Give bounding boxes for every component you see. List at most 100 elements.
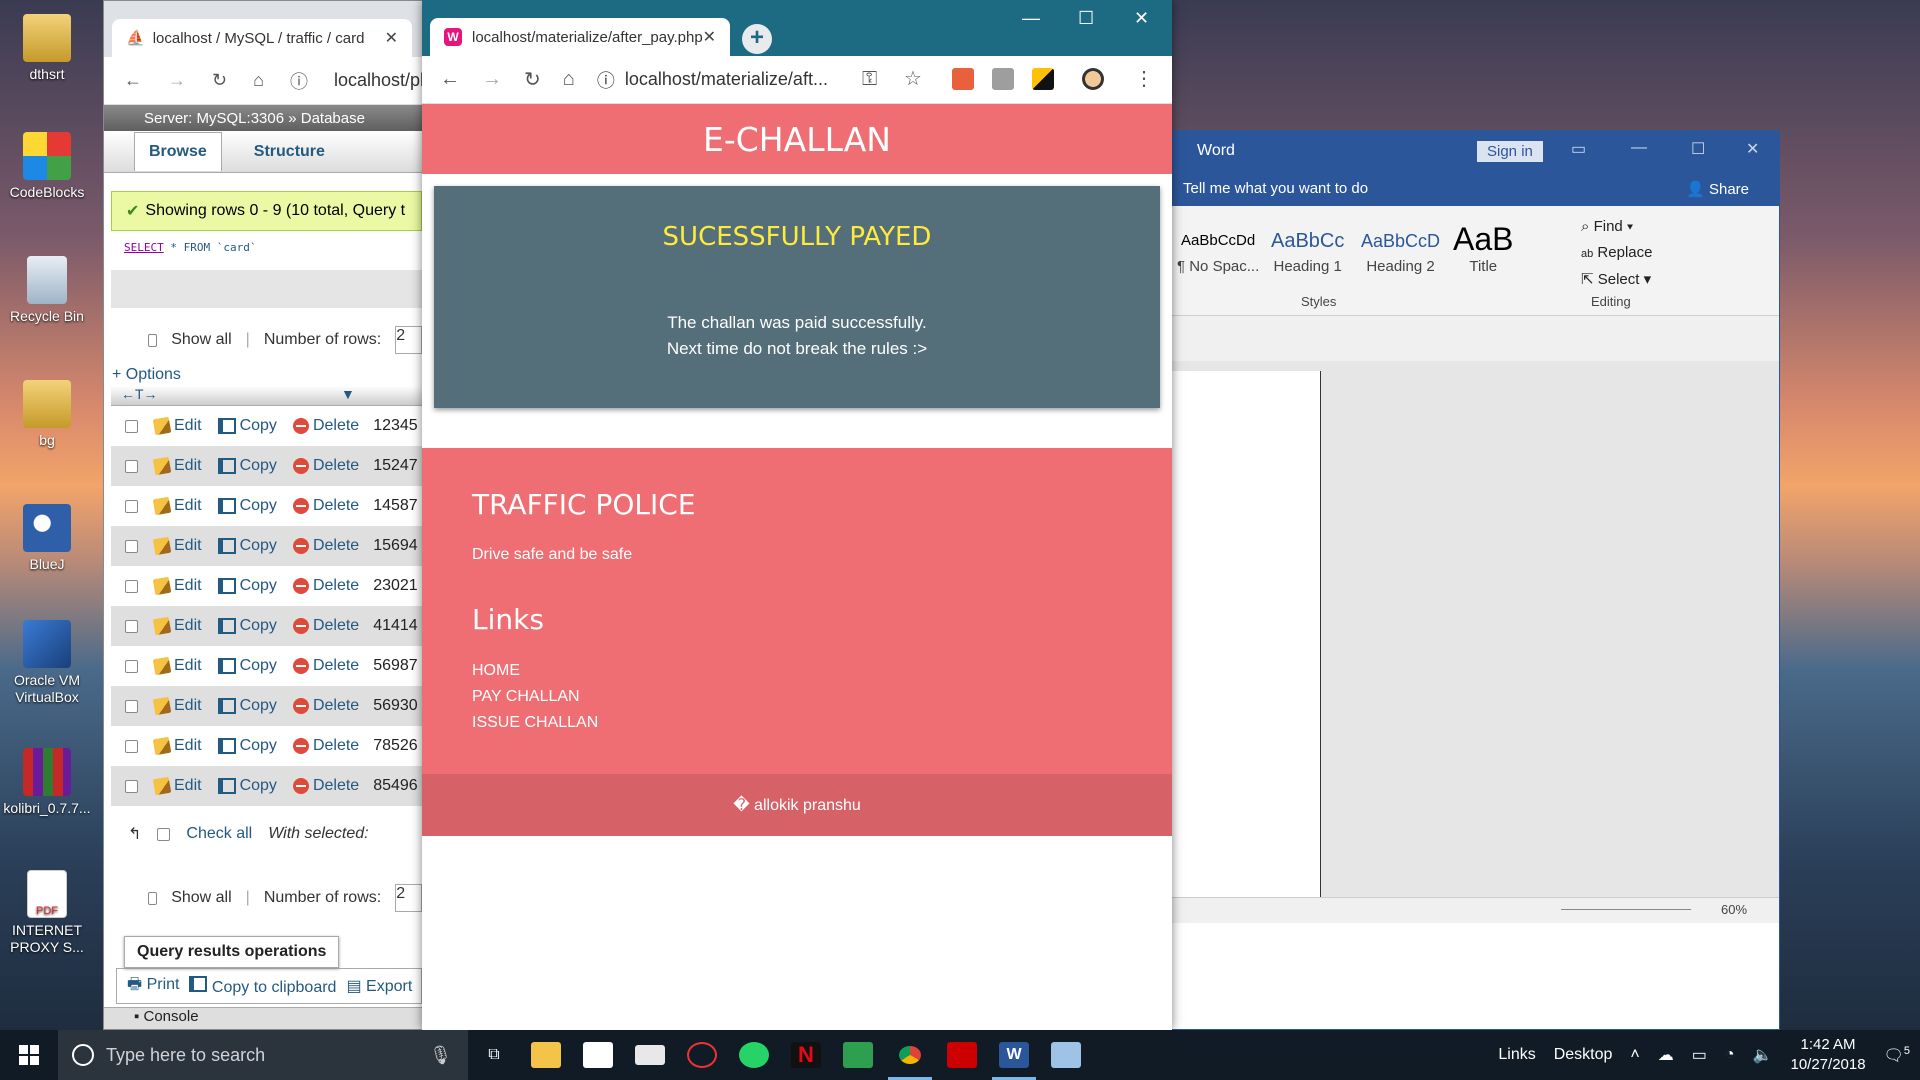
copy-button[interactable]: Copy: [217, 497, 277, 515]
edit-button[interactable]: Edit: [152, 456, 202, 476]
row-checkbox[interactable]: [125, 539, 138, 553]
check-all-link[interactable]: Check all: [186, 825, 252, 843]
table-row[interactable]: Edit Copy Delete 78526: [111, 726, 422, 766]
battery-icon[interactable]: ▭: [1692, 1045, 1707, 1065]
taskbar-green-app[interactable]: [832, 1030, 884, 1080]
table-row[interactable]: Edit Copy Delete 56930: [111, 686, 422, 726]
edit-button[interactable]: Edit: [152, 416, 202, 436]
replace-button[interactable]: ab Replace: [1581, 244, 1652, 261]
word-document-area[interactable]: [1161, 361, 1779, 901]
desktop-icon-dthsrt[interactable]: dthsrt: [0, 14, 94, 83]
new-tab-button[interactable]: +: [742, 24, 772, 54]
word-page[interactable]: [1161, 371, 1321, 901]
rows-select[interactable]: 2: [395, 326, 422, 354]
bookmark-star-icon[interactable]: ☆: [904, 66, 922, 91]
style-title[interactable]: AaB Title: [1453, 223, 1513, 275]
row-checkbox[interactable]: [125, 459, 138, 473]
delete-button[interactable]: Delete: [292, 777, 359, 795]
forward-icon[interactable]: →: [168, 70, 186, 91]
delete-button[interactable]: Delete: [292, 657, 359, 675]
task-view-button[interactable]: ⧉: [468, 1030, 520, 1080]
link-issue-challan[interactable]: ISSUE CHALLAN: [472, 710, 598, 736]
print-button[interactable]: 🖶 Print: [127, 973, 179, 1000]
copy-button[interactable]: Copy: [217, 417, 277, 435]
table-row[interactable]: Edit Copy Delete 15694: [111, 526, 422, 566]
forward-icon[interactable]: →: [482, 68, 502, 91]
row-checkbox[interactable]: [125, 499, 138, 513]
row-checkbox[interactable]: [125, 619, 138, 633]
copy-button[interactable]: Copy: [217, 697, 277, 715]
evernote-extension-icon[interactable]: [992, 68, 1014, 90]
microphone-icon[interactable]: 🎙: [429, 1045, 452, 1066]
desktop-icon-virtualbox[interactable]: Oracle VM VirtualBox: [0, 620, 94, 706]
tab-structure[interactable]: Structure: [254, 143, 325, 161]
table-row[interactable]: Edit Copy Delete 56987: [111, 646, 422, 686]
main-address-bar[interactable]: ⓘ localhost/materialize/aft...: [597, 67, 857, 93]
office-extension-icon[interactable]: [952, 68, 974, 90]
taskbar-file-explorer[interactable]: [520, 1030, 572, 1080]
brand-logo[interactable]: E-CHALLAN: [703, 120, 891, 159]
kiwi-extension-icon[interactable]: [1032, 68, 1054, 90]
table-row[interactable]: Edit Copy Delete 12345: [111, 406, 422, 446]
close-tab-icon[interactable]: ✕: [703, 27, 716, 47]
edit-button[interactable]: Edit: [152, 536, 202, 556]
taskbar-acrobat[interactable]: [936, 1030, 988, 1080]
taskbar-word[interactable]: W: [988, 1030, 1040, 1080]
taskbar-netflix[interactable]: N: [780, 1030, 832, 1080]
clock[interactable]: 1:42 AM 10/27/2018: [1790, 1035, 1865, 1075]
edit-button[interactable]: Edit: [152, 776, 202, 796]
avatar[interactable]: [1082, 68, 1104, 90]
copy-button[interactable]: Copy: [217, 577, 277, 595]
copy-button[interactable]: Copy: [217, 457, 277, 475]
share-button[interactable]: 👤 Share: [1686, 180, 1749, 198]
row-checkbox[interactable]: [125, 579, 138, 593]
edit-button[interactable]: Edit: [152, 696, 202, 716]
edit-button[interactable]: Edit: [152, 616, 202, 636]
maximize-icon[interactable]: ☐: [1691, 139, 1705, 159]
select-button[interactable]: ⇱ Select ▾: [1581, 270, 1651, 288]
find-button[interactable]: ⌕ Find ▾: [1581, 218, 1633, 235]
link-home[interactable]: HOME: [472, 658, 598, 684]
delete-button[interactable]: Delete: [292, 617, 359, 635]
menu-icon[interactable]: ⋮: [1134, 66, 1154, 91]
show-all-checkbox[interactable]: [148, 333, 158, 347]
close-window-icon[interactable]: ✕: [1134, 8, 1149, 29]
pma-address-bar[interactable]: localhost/php: [334, 70, 422, 91]
minimize-icon[interactable]: —: [1022, 8, 1040, 29]
taskbar-store[interactable]: [572, 1030, 624, 1080]
edit-button[interactable]: Edit: [152, 496, 202, 516]
delete-button[interactable]: Delete: [292, 417, 359, 435]
row-checkbox[interactable]: [125, 419, 138, 433]
copy-button[interactable]: Copy: [217, 657, 277, 675]
table-row[interactable]: Edit Copy Delete 15247: [111, 446, 422, 486]
delete-button[interactable]: Delete: [292, 697, 359, 715]
table-row[interactable]: Edit Copy Delete 41414: [111, 606, 422, 646]
copy-button[interactable]: Copy: [217, 777, 277, 795]
sort-dropdown-icon[interactable]: ▼: [341, 386, 355, 402]
home-icon[interactable]: ⌂: [253, 70, 264, 91]
copy-button[interactable]: Copy: [217, 537, 277, 555]
desktop-icon-internet-proxy[interactable]: PDF INTERNET PROXY S...: [0, 870, 94, 956]
table-row[interactable]: Edit Copy Delete 23021: [111, 566, 422, 606]
desktop-icon-recycle-bin[interactable]: Recycle Bin: [0, 256, 94, 325]
reload-icon[interactable]: ↻: [212, 70, 227, 91]
desktop-icon-codeblocks[interactable]: CodeBlocks: [0, 132, 94, 201]
close-tab-icon[interactable]: ✕: [385, 28, 398, 48]
table-row[interactable]: Edit Copy Delete 14587: [111, 486, 422, 526]
style-no-spacing[interactable]: AaBbCcDd ¶ No Spac...: [1177, 224, 1259, 275]
pma-tab[interactable]: ⛵ localhost / MySQL / traffic / card ✕: [112, 19, 412, 57]
row-checkbox[interactable]: [125, 699, 138, 713]
delete-button[interactable]: Delete: [292, 737, 359, 755]
word-sign-in-button[interactable]: Sign in: [1477, 141, 1543, 162]
edit-button[interactable]: Edit: [152, 656, 202, 676]
row-checkbox[interactable]: [125, 779, 138, 793]
delete-button[interactable]: Delete: [292, 577, 359, 595]
maximize-icon[interactable]: ☐: [1078, 8, 1094, 29]
zoom-level[interactable]: 60%: [1721, 902, 1747, 917]
main-tab[interactable]: W localhost/materialize/after_pay.php ✕: [430, 18, 730, 56]
start-button[interactable]: [0, 1030, 58, 1080]
reload-icon[interactable]: ↻: [524, 67, 541, 92]
desktop-icon-bluej[interactable]: BlueJ: [0, 504, 94, 573]
options-link[interactable]: + Options: [112, 366, 422, 384]
desktop-icon-bg[interactable]: bg: [0, 380, 94, 449]
